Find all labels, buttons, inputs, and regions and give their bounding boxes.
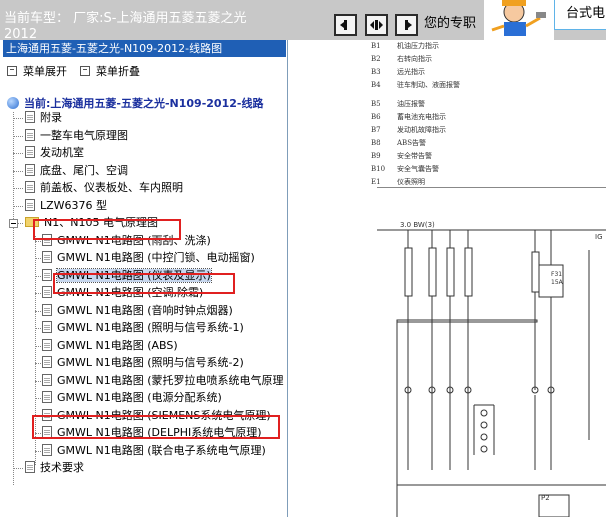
tree-connector (13, 171, 23, 172)
globe-icon (7, 97, 19, 109)
document-icon (42, 356, 52, 368)
tree-connector (13, 153, 23, 154)
tree-item[interactable]: GMWL N1电路图 (中控门锁、电动摇窗) (42, 250, 255, 266)
tree-item[interactable]: GMWL N1电路图 (ABS) (42, 338, 178, 354)
document-icon (42, 321, 52, 333)
expand-menu-button[interactable]: 菜单展开 (7, 63, 67, 79)
p2-label: P2 (541, 494, 550, 502)
document-icon (25, 111, 35, 123)
tree-item[interactable]: GMWL N1电路图 (电源分配系统) (42, 390, 222, 406)
prev-button[interactable] (334, 14, 357, 36)
promo-text[interactable]: 您的专职 (424, 12, 476, 31)
tree-item[interactable]: GMWL N1电路图 (音响时钟点烟器) (42, 303, 233, 319)
document-icon (42, 269, 52, 281)
tree-item[interactable]: 附录 (25, 110, 62, 126)
tree-connector (13, 188, 23, 189)
tree-item-label: GMWL N1电路图 (照明与信号系统-1) (57, 321, 244, 334)
tree-item-label: 底盘、尾门、空调 (40, 164, 128, 177)
current-car-line1: 当前车型： 厂家:S-上海通用五菱五菱之光 (4, 11, 247, 26)
document-icon (42, 444, 52, 456)
tree-item[interactable]: GMWL N1电路图 (联合电子系统电气原理) (42, 443, 266, 459)
tree-item-label: GMWL N1电路图 (照明与信号系统-2) (57, 356, 244, 369)
tree-connector (13, 118, 23, 119)
tree-item-label: 附录 (40, 111, 62, 124)
collapse-icon (80, 66, 90, 76)
fuse-rating: 15A (551, 279, 564, 286)
tree-title: 上海通用五菱-五菱之光-N109-2012-线路图 (3, 40, 286, 57)
ad-text[interactable]: 台式电 (566, 2, 605, 21)
tree-item[interactable]: 一整车电气原理图 (25, 128, 128, 144)
tree-panel: 上海通用五菱-五菱之光-N109-2012-线路图 菜单展开 菜单折叠 当前:上… (0, 40, 288, 517)
tree-connector (13, 468, 23, 469)
tree-connector (13, 206, 23, 207)
tree-root[interactable]: 当前:上海通用五菱-五菱之光-N109-2012-线路 (7, 95, 263, 111)
highlight-box-folder (33, 219, 181, 240)
tree-item-label: GMWL N1电路图 (联合电子系统电气原理) (57, 444, 266, 457)
tree-item[interactable]: 发动机室 (25, 145, 84, 161)
tree-item[interactable]: GMWL N1电路图 (照明与信号系统-2) (42, 355, 244, 371)
tree-connector (13, 136, 23, 137)
tree-item-label: 一整车电气原理图 (40, 129, 128, 142)
document-icon (25, 461, 35, 473)
tree-item-label: GMWL N1电路图 (中控门锁、电动摇窗) (57, 251, 255, 264)
tree-item[interactable]: GMWL N1电路图 (蒙托罗拉电喷系统电气原理 (42, 373, 284, 389)
tree-item[interactable]: GMWL N1电路图 (照明与信号系统-1) (42, 320, 244, 336)
tree-item-label: LZW6376 型 (40, 199, 108, 212)
tree-item[interactable]: 前盖板、仪表板处、车内照明 (25, 180, 183, 196)
tree-connector (13, 112, 14, 485)
collapse-toggle-icon[interactable] (9, 219, 18, 228)
tree-item[interactable]: 底盘、尾门、空调 (25, 163, 128, 179)
next-button[interactable] (395, 14, 418, 36)
tree-item[interactable]: 技术要求 (25, 460, 84, 476)
highlight-box-dashboard (53, 273, 235, 294)
tree-item[interactable]: LZW6376 型 (25, 198, 107, 214)
document-icon (25, 199, 35, 211)
current-car-line2: 2012 (4, 27, 38, 39)
expand-icon (7, 66, 17, 76)
wiring-diagram-panel: B1 机油压力指示 B2 右转向指示 B3 远光指示 B4 驻车制动、液面报警 B5 油压报警 B6… (289, 40, 606, 517)
arrow-right-icon (405, 20, 412, 30)
expand-label: 菜单展开 (23, 65, 67, 78)
wiring-diagram: F31 15A P2 (377, 229, 606, 517)
collapse-menu-button[interactable]: 菜单折叠 (80, 63, 140, 79)
document-icon (25, 181, 35, 193)
tree-item-label: GMWL N1电路图 (电源分配系统) (57, 391, 222, 404)
document-icon (42, 304, 52, 316)
fuse-label: F31 (551, 271, 562, 278)
tree-item-label: 发动机室 (40, 146, 84, 159)
highlight-box-siemens (32, 415, 280, 439)
tree-item-label: 技术要求 (40, 461, 84, 474)
document-icon (42, 286, 52, 298)
current-car-label: 当前车型： 厂家:S-上海通用五菱五菱之光 2012 (4, 11, 332, 39)
ad-mascot-image[interactable] (484, 0, 554, 40)
document-icon (42, 339, 52, 351)
document-icon (42, 374, 52, 386)
document-icon (25, 129, 35, 141)
top-bar: 当前车型： 厂家:S-上海通用五菱五菱之光 2012 您的专职 台式电 (0, 0, 606, 40)
tree-item-label: GMWL N1电路图 (音响时钟点烟器) (57, 304, 233, 317)
double-arrow-icon (370, 20, 383, 30)
document-icon (42, 391, 52, 403)
tree-item-label: 前盖板、仪表板处、车内照明 (40, 181, 183, 194)
both-button[interactable] (365, 14, 388, 36)
collapse-label: 菜单折叠 (96, 65, 140, 78)
document-icon (25, 164, 35, 176)
tree-item-label: GMWL N1电路图 (ABS) (57, 339, 178, 352)
tree-root-label: 当前:上海通用五菱-五菱之光-N109-2012-线路 (24, 97, 264, 110)
document-icon (42, 251, 52, 263)
document-icon (25, 146, 35, 158)
arrow-left-icon (340, 20, 347, 30)
mascot-icon (491, 0, 546, 36)
tree-item-label: GMWL N1电路图 (蒙托罗拉电喷系统电气原理 (57, 374, 284, 387)
